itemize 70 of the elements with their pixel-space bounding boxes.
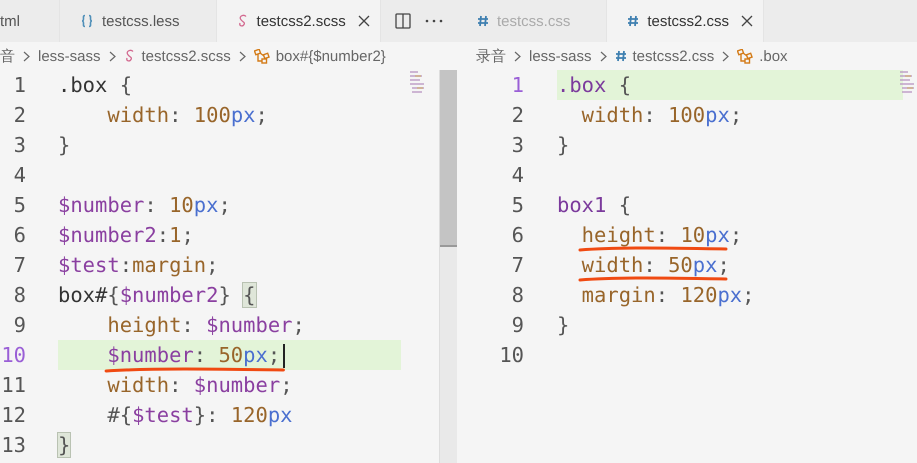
line-number: 5	[510, 193, 524, 217]
line-number: 6	[510, 223, 524, 247]
split-editor-icon[interactable]	[394, 13, 411, 29]
line-number: 2	[12, 103, 26, 127]
code-line: width: 50px;	[580, 252, 731, 279]
code-line: .box {	[58, 72, 134, 99]
chevron-icon	[514, 50, 521, 62]
chevron-icon	[23, 50, 30, 62]
hash-icon	[477, 15, 489, 27]
close-icon[interactable]	[741, 15, 754, 27]
breadcrumb-item[interactable]: box#{$number2}	[254, 48, 386, 64]
chevron-icon	[600, 50, 607, 62]
chevron-icon	[722, 50, 730, 62]
line-number: 8	[510, 283, 524, 307]
structure-icon	[254, 48, 270, 64]
line-number: 4	[510, 163, 524, 187]
code-line: height: $number;	[106, 312, 306, 339]
line-number: 5	[12, 193, 26, 217]
line-number: 10	[0, 343, 26, 367]
scrollbar[interactable]	[439, 70, 457, 463]
editor-tab[interactable]: tml	[0, 0, 60, 42]
code-line: height: 10px;	[580, 222, 744, 249]
braces-icon	[80, 14, 94, 28]
hash-icon	[627, 15, 640, 27]
swirl-icon	[124, 49, 136, 63]
code-line: box#{$number2} {	[58, 282, 256, 309]
line-number: 2	[510, 103, 524, 127]
breadcrumb-item[interactable]: less-sass	[38, 48, 101, 64]
more-icon[interactable]	[424, 19, 443, 23]
line-number: 7	[510, 253, 524, 277]
line-number: 3	[12, 133, 26, 157]
line-number: 8	[12, 283, 26, 307]
breadcrumb-item[interactable]: testcss2.scss	[124, 48, 231, 64]
line-number: 6	[12, 223, 26, 247]
code-line: $number: 10px;	[58, 192, 232, 219]
code-line: #{$test}: 120px	[106, 402, 294, 429]
line-number: 9	[12, 313, 26, 337]
code-line: width: 100px;	[106, 102, 269, 129]
line-number: 3	[510, 133, 524, 157]
swirl-icon	[236, 14, 249, 28]
line-number: 1	[12, 73, 26, 97]
editor-tab[interactable]: testcss2.css	[607, 0, 764, 42]
code-line: $test:margin;	[58, 252, 220, 279]
line-number: 9	[510, 313, 524, 337]
code-line: }	[557, 312, 570, 339]
line-number: 4	[12, 163, 26, 187]
breadcrumb-item[interactable]: 录音	[476, 46, 506, 66]
breadcrumb-item[interactable]: testcss2.css	[614, 48, 714, 64]
code-line: margin: 120px;	[580, 282, 756, 309]
chevron-icon	[238, 50, 246, 62]
breadcrumb-item[interactable]: 音	[0, 46, 15, 66]
line-number: 1	[510, 73, 524, 97]
code-line: }	[557, 132, 570, 159]
code-line: width: 100px;	[580, 102, 744, 129]
line-number: 10	[498, 343, 524, 367]
code-line: $number2:1;	[58, 222, 195, 249]
line-number: 12	[0, 403, 26, 427]
structure-icon	[737, 48, 754, 64]
breadcrumb-item[interactable]: less-sass	[529, 48, 592, 64]
code-line: box1 {	[557, 192, 632, 219]
line-number: 7	[12, 253, 26, 277]
close-icon[interactable]	[358, 15, 370, 27]
hash-icon	[614, 50, 627, 62]
code-line: }	[58, 132, 72, 159]
line-number: 13	[0, 433, 26, 457]
breadcrumb-item[interactable]: .box	[737, 48, 788, 64]
chevron-icon	[108, 50, 116, 62]
editor-tab[interactable]: testcss2.scss	[216, 0, 381, 42]
code-line: width: $number;	[106, 372, 294, 399]
line-number: 11	[0, 373, 26, 397]
